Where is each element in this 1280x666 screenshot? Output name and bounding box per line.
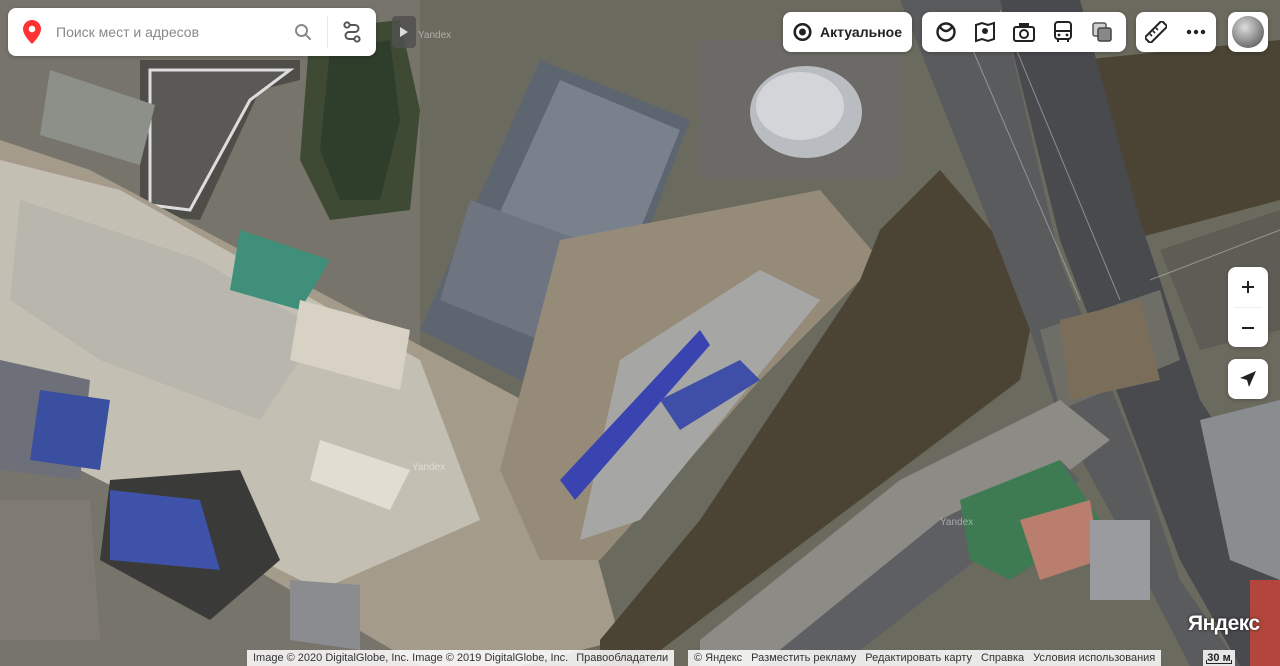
plus-icon bbox=[1242, 281, 1254, 293]
terms-of-use-link[interactable]: Условия использования bbox=[1033, 652, 1155, 664]
imagery-attribution: Image © 2020 DigitalGlobe, Inc. Image © … bbox=[247, 650, 675, 666]
map-watermark: Yandex bbox=[412, 462, 446, 473]
locate-me-button[interactable] bbox=[1228, 359, 1268, 399]
more-icon bbox=[1186, 29, 1206, 35]
satellite-map[interactable]: Yandex Yandex Yandex bbox=[0, 0, 1280, 666]
help-link[interactable]: Справка bbox=[981, 652, 1024, 664]
zoom-out-button[interactable] bbox=[1228, 308, 1268, 348]
advertise-link[interactable]: Разместить рекламу bbox=[751, 652, 856, 664]
zoom-in-button[interactable] bbox=[1228, 267, 1268, 307]
sidebar-toggle-button[interactable] bbox=[392, 16, 416, 48]
search-button[interactable] bbox=[279, 8, 327, 56]
map-watermark: Yandex bbox=[418, 30, 452, 41]
map-scale: 30 м bbox=[1203, 650, 1235, 666]
avatar bbox=[1232, 16, 1264, 48]
location-pin-icon bbox=[8, 8, 56, 56]
target-icon bbox=[793, 22, 812, 42]
map-layers-button[interactable] bbox=[1084, 14, 1120, 50]
footer-links: © Яндекс Разместить рекламу Редактироват… bbox=[688, 650, 1162, 666]
ruler-button[interactable] bbox=[1138, 14, 1174, 50]
actual-layer-label: Актуальное bbox=[819, 24, 902, 40]
imagery-copyright-text: Image © 2020 DigitalGlobe, Inc. Image © … bbox=[253, 652, 569, 664]
photo-button[interactable] bbox=[1006, 14, 1042, 50]
minus-icon bbox=[1242, 327, 1254, 329]
play-arrow-icon bbox=[400, 27, 408, 37]
map-layers-icon bbox=[1092, 22, 1113, 42]
zoom-control bbox=[1228, 267, 1268, 347]
satellite-imagery bbox=[0, 0, 1280, 666]
transit-icon bbox=[1054, 21, 1073, 42]
actual-layer-button[interactable]: Актуальное bbox=[783, 12, 912, 52]
traffic-icon bbox=[974, 21, 995, 43]
user-avatar-button[interactable] bbox=[1228, 12, 1268, 52]
yandex-copyright: © Яндекс bbox=[694, 652, 743, 664]
yandex-logo: Яндекс bbox=[1188, 612, 1260, 635]
route-button[interactable] bbox=[328, 8, 376, 56]
panorama-button[interactable] bbox=[928, 14, 964, 50]
more-button[interactable] bbox=[1178, 14, 1214, 50]
layers-toolbar bbox=[922, 12, 1126, 52]
edit-map-link[interactable]: Редактировать карту bbox=[865, 652, 972, 664]
photo-icon bbox=[1012, 23, 1035, 42]
transit-button[interactable] bbox=[1045, 14, 1081, 50]
search-input[interactable] bbox=[56, 8, 279, 56]
map-watermark: Yandex bbox=[940, 517, 974, 528]
tools-toolbar bbox=[1136, 12, 1216, 52]
panorama-icon bbox=[935, 22, 956, 42]
search-box bbox=[8, 8, 376, 56]
locate-icon bbox=[1240, 371, 1256, 387]
traffic-button[interactable] bbox=[967, 14, 1003, 50]
search-icon bbox=[295, 24, 311, 40]
route-icon bbox=[343, 21, 361, 43]
rights-holders-link[interactable]: Правообладатели bbox=[576, 652, 668, 664]
ruler-icon bbox=[1145, 21, 1167, 43]
